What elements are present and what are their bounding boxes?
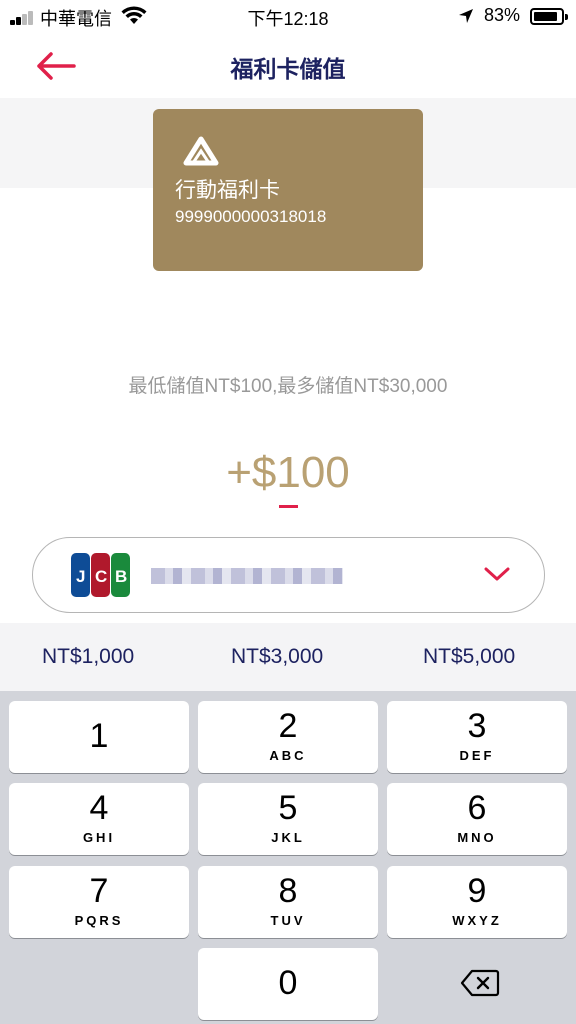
page-title: 福利卡儲值: [230, 56, 346, 82]
key-digit: 4: [89, 789, 109, 827]
svg-text:B: B: [115, 567, 127, 586]
payment-method-select[interactable]: J C B: [32, 537, 545, 613]
brand-logo-icon: [183, 136, 219, 166]
key-digit: 3: [467, 707, 487, 745]
card-number: 9999000000318018: [175, 207, 327, 226]
battery-icon: [530, 8, 568, 25]
key-letters: WXYZ: [452, 913, 502, 928]
key-digit: 9: [467, 872, 487, 910]
quick-amount-1000[interactable]: NT$1,000: [42, 645, 134, 669]
key-3[interactable]: 3 DEF: [387, 701, 567, 773]
key-digit: 8: [278, 872, 298, 910]
svg-text:J: J: [76, 567, 85, 586]
jcb-card-icon: J C B: [71, 553, 130, 597]
key-letters: TUV: [270, 913, 306, 928]
quick-amount-3000[interactable]: NT$3,000: [231, 645, 323, 669]
key-letters: DEF: [459, 748, 495, 763]
key-0[interactable]: 0: [198, 948, 378, 1020]
key-digit: 2: [278, 707, 298, 745]
location-arrow-icon: [459, 9, 473, 23]
key-letters: JKL: [271, 830, 305, 845]
card-name: 行動福利卡: [175, 179, 280, 202]
battery-percentage: 83%: [484, 5, 521, 25]
key-8[interactable]: 8 TUV: [198, 866, 378, 938]
key-2[interactable]: 2 ABC: [198, 701, 378, 773]
quick-amount-bar: NT$1,000 NT$3,000 NT$5,000: [0, 623, 576, 691]
key-4[interactable]: 4 GHI: [9, 783, 189, 855]
key-letters: MNO: [457, 830, 497, 845]
svg-text:C: C: [95, 567, 107, 586]
key-9[interactable]: 9 WXYZ: [387, 866, 567, 938]
masked-card-number: [151, 568, 343, 584]
key-letters: PQRS: [74, 913, 124, 928]
key-1[interactable]: 1: [9, 701, 189, 773]
backspace-icon[interactable]: [460, 968, 500, 998]
key-digit: 5: [278, 789, 298, 827]
key-letters: ABC: [269, 748, 307, 763]
key-digit: 7: [89, 872, 109, 910]
status-bar: 中華電信 下午12:18 83%: [0, 0, 576, 34]
key-letters: GHI: [82, 830, 116, 845]
input-underline: [279, 505, 298, 508]
key-5[interactable]: 5 JKL: [198, 783, 378, 855]
key-digit: 1: [89, 717, 109, 755]
chevron-down-icon[interactable]: [483, 564, 511, 584]
nav-header: 福利卡儲值: [0, 34, 576, 98]
welfare-card: 行動福利卡 9999000000318018: [153, 109, 423, 271]
topup-amount[interactable]: +$100: [0, 448, 576, 498]
key-digit: 6: [467, 789, 487, 827]
topup-limit-text: 最低儲值NT$100,最多儲值NT$30,000: [128, 376, 448, 397]
key-7[interactable]: 7 PQRS: [9, 866, 189, 938]
key-digit: 0: [278, 964, 298, 1002]
quick-amount-5000[interactable]: NT$5,000: [423, 645, 515, 669]
key-6[interactable]: 6 MNO: [387, 783, 567, 855]
